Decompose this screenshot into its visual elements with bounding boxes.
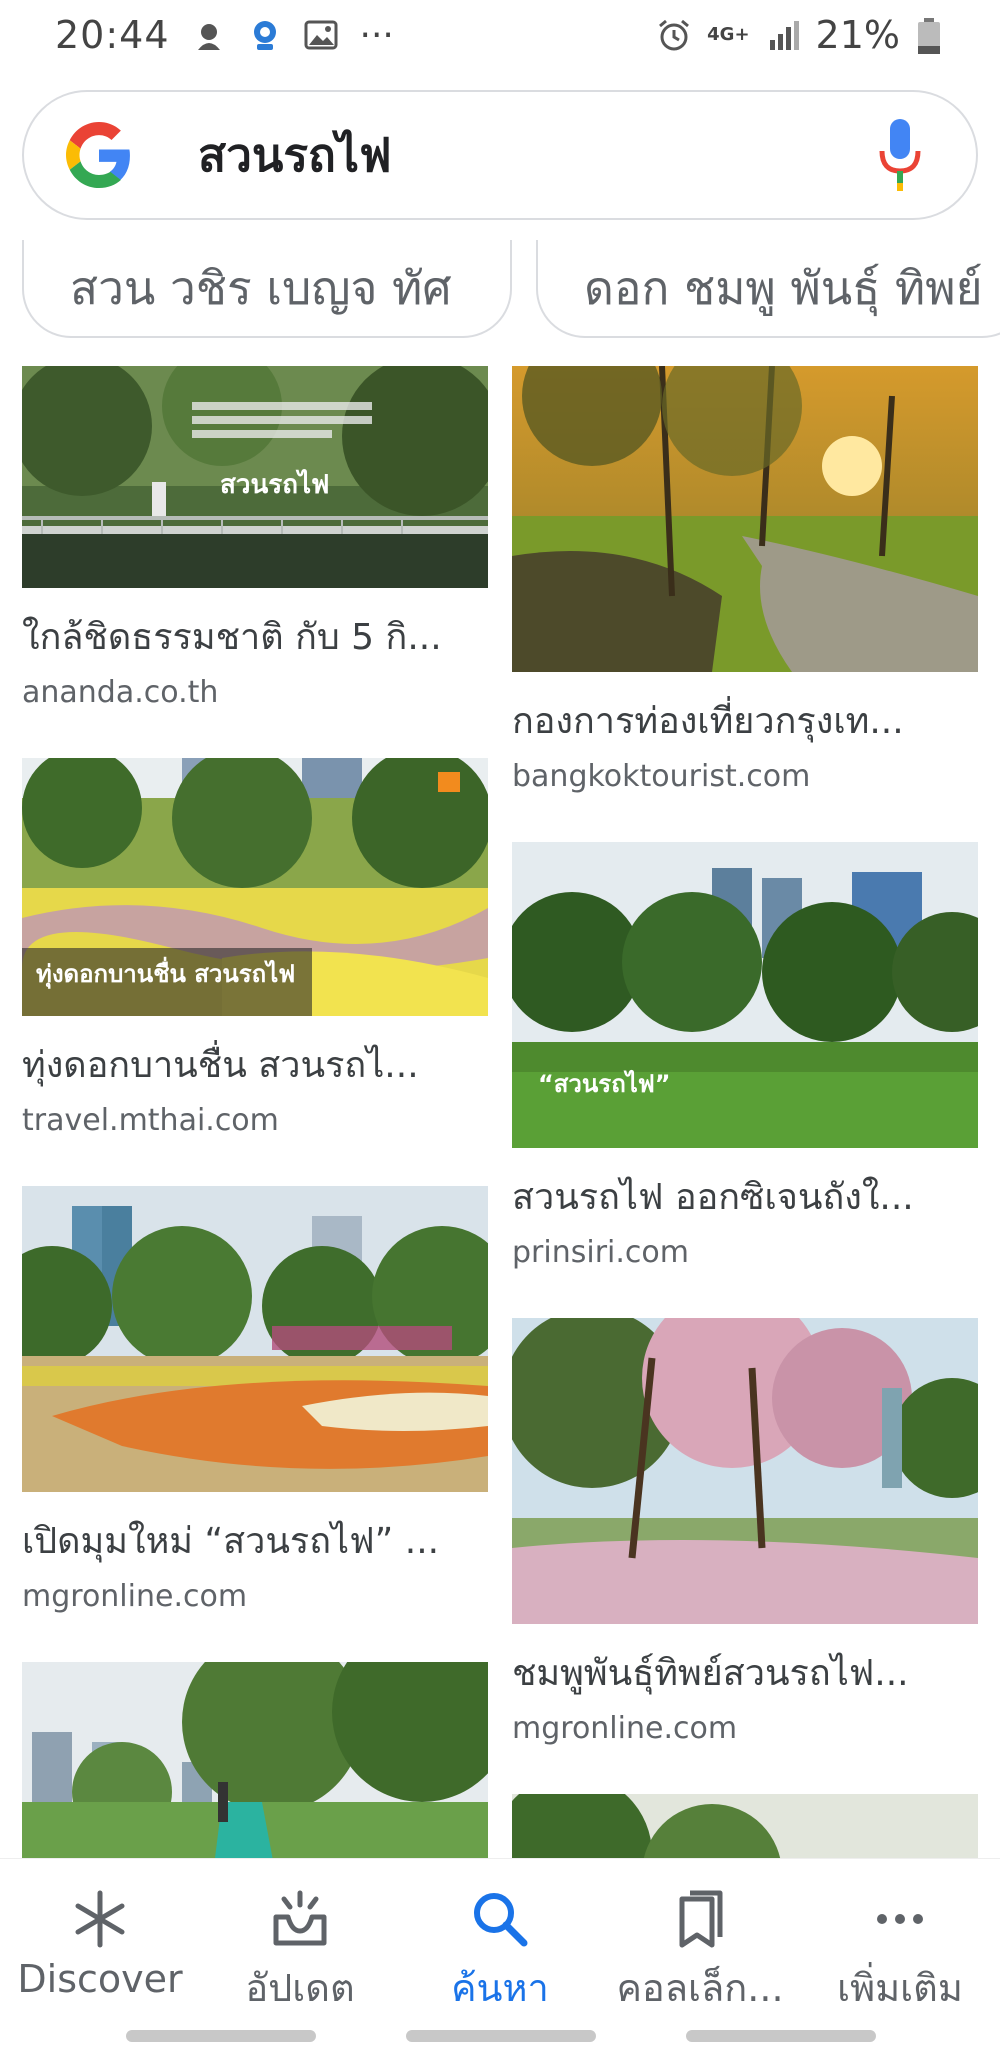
gesture-bar-left[interactable] [126,2030,316,2042]
result-card[interactable]: สวนรถไฟ ใกล้ชิดธรรมชาติ กับ 5 กิ... anan… [22,366,488,710]
search-query[interactable]: สวนรถไฟ [198,119,876,192]
result-source: travel.mthai.com [22,1103,279,1138]
more-icon [877,1914,923,1924]
result-title[interactable]: เปิดมุมใหม่ “สวนรถไฟ” ... [22,1512,488,1569]
collections-icon [679,1890,723,1948]
result-thumbnail[interactable] [512,1318,978,1624]
thumbnail-overlay-text: ทุ่งดอกบานชื่น สวนรถไฟ [36,960,296,988]
nav-label: เพิ่มเติม [837,1966,963,2010]
nav-label: ค้นหา [451,1966,549,2010]
nav-label: คอลเล็ก... [616,1966,784,2010]
result-thumbnail[interactable] [512,1794,978,1858]
status-bar: 20:44 ··· 4G+ 21% [0,0,1000,70]
result-source: mgronline.com [512,1711,738,1746]
result-source: ananda.co.th [22,675,219,710]
result-source: bangkoktourist.com [512,759,811,794]
notification-app-icon [192,18,226,52]
result-thumbnail[interactable]: ทุ่งดอกบานชื่น สวนรถไฟ [22,758,488,1016]
result-thumbnail[interactable]: “สวนรถไฟ” [512,842,978,1148]
results-column-right: กองการท่องเที่ยวกรุงเท... bangkoktourist… [512,366,978,1858]
alarm-icon [657,18,691,52]
signal-icon [766,18,800,52]
thumbnail-overlay-text: “สวนรถไฟ” [538,1070,671,1098]
nav-updates[interactable]: อัปเดต [200,1859,400,2018]
nav-collections[interactable]: คอลเล็ก... [600,1859,800,2018]
camera-app-icon [248,18,282,52]
result-thumbnail[interactable]: สวนรถไฟ [22,366,488,588]
nav-label: อัปเดต [245,1966,355,2010]
result-thumbnail[interactable] [512,366,978,672]
result-card[interactable]: เปิดมุมใหม่ “สวนรถไฟ” ... mgronline.com [22,1186,488,1614]
status-time: 20:44 [55,13,170,57]
app-screen: 20:44 ··· 4G+ 21% สวนรถไฟ สวน วชิร เบญจ … [0,0,1000,2055]
gesture-bar-right[interactable] [686,2030,876,2042]
result-thumbnail[interactable] [22,1662,488,1858]
updates-icon [273,1890,327,1946]
result-card[interactable]: ชมพูพันธุ์ทิพย์สวนรถไฟ... mgronline.com [512,1318,978,1746]
chip-suggestion[interactable]: ดอก ชมพู พันธุ์ ทิพย์ [536,240,1000,338]
asterisk-icon [75,1890,125,1948]
result-card[interactable]: ทุ่งดอกบานชื่น สวนรถไฟ ทุ่งดอกบานชื่น สว… [22,758,488,1138]
google-logo-icon [66,122,130,188]
gesture-bar-center[interactable] [406,2030,596,2042]
nav-discover[interactable]: Discover [0,1859,200,2018]
result-title[interactable]: ทุ่งดอกบานชื่น สวนรถไ... [22,1036,488,1093]
result-title[interactable]: สวนรถไฟ ออกซิเจนถังใ... [512,1168,978,1225]
result-source: prinsiri.com [512,1235,689,1270]
image-icon [304,18,338,52]
result-thumbnail[interactable] [22,1186,488,1492]
nav-label: Discover [17,1957,183,2001]
search-bar[interactable]: สวนรถไฟ [22,90,978,220]
result-title[interactable]: กองการท่องเที่ยวกรุงเท... [512,692,978,749]
results-column-left: สวนรถไฟ ใกล้ชิดธรรมชาติ กับ 5 กิ... anan… [22,366,488,1858]
bottom-navigation: Discover อัปเดต ค้นหา คอลเล็ก... เพิ่มเต… [0,1858,1000,2018]
result-title[interactable]: ใกล้ชิดธรรมชาติ กับ 5 กิ... [22,608,488,665]
suggestion-chips: สวน วชิร เบญจ ทัศ ดอก ชมพู พันธุ์ ทิพย์ [22,240,1000,338]
result-card[interactable]: กองการท่องเที่ยวกรุงเท... bangkoktourist… [512,366,978,794]
more-notifications-icon: ··· [359,14,394,56]
nav-search[interactable]: ค้นหา [400,1859,600,2018]
result-card[interactable] [512,1794,978,1858]
battery-icon [916,18,950,54]
battery-percent: 21% [815,13,900,57]
result-title[interactable]: ชมพูพันธุ์ทิพย์สวนรถไฟ... [512,1644,978,1701]
result-card[interactable]: “สวนรถไฟ” สวนรถไฟ ออกซิเจนถังใ... prinsi… [512,842,978,1270]
search-icon [474,1893,528,1947]
thumbnail-overlay-text: สวนรถไฟ [220,470,330,500]
chip-suggestion[interactable]: สวน วชิร เบญจ ทัศ [22,240,512,338]
network-type: 4G+ [707,24,750,45]
nav-more[interactable]: เพิ่มเติม [800,1859,1000,2018]
image-results-grid: สวนรถไฟ ใกล้ชิดธรรมชาติ กับ 5 กิ... anan… [22,366,978,1858]
mic-icon[interactable] [876,115,924,195]
result-card[interactable] [22,1662,488,1858]
result-source: mgronline.com [22,1579,248,1614]
